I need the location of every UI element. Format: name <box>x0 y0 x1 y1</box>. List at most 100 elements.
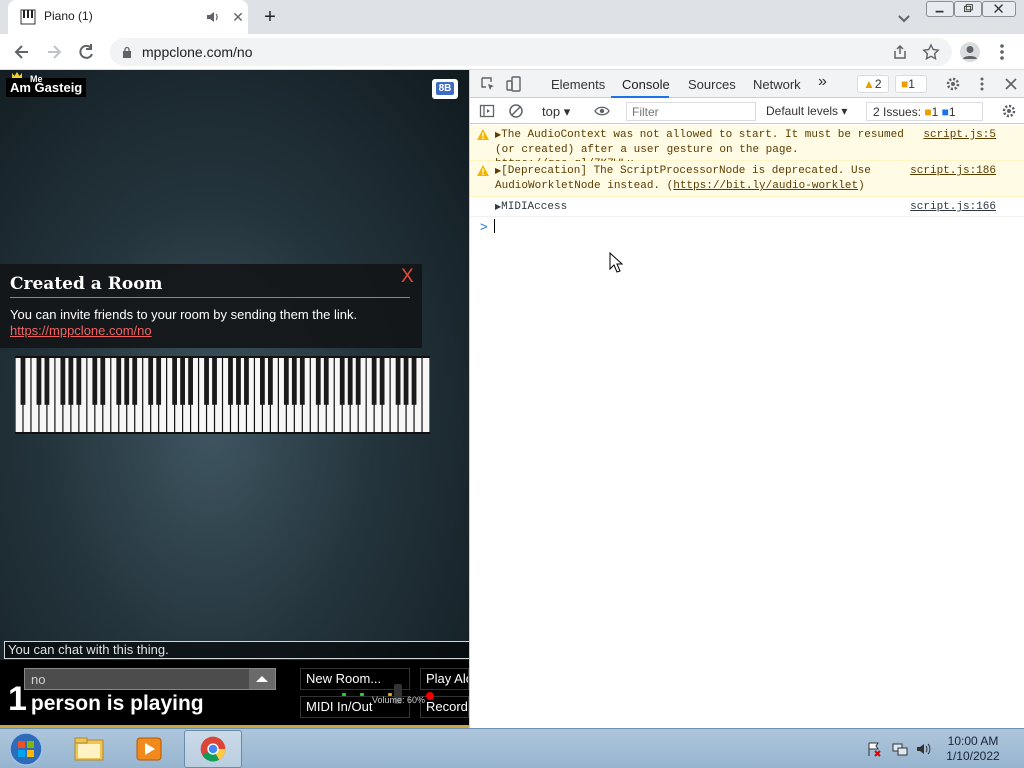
back-arrow-icon[interactable] <box>12 42 32 62</box>
gear-icon[interactable] <box>945 76 961 92</box>
piano-black-key[interactable] <box>204 358 209 405</box>
piano-black-key[interactable] <box>299 358 305 405</box>
message-source-link[interactable]: script.js:5 <box>910 128 996 142</box>
piano-black-key[interactable] <box>116 358 122 405</box>
piano-black-key[interactable] <box>188 358 193 405</box>
piano-black-key[interactable] <box>315 358 321 405</box>
address-bar[interactable]: mppclone.com/no <box>110 38 952 66</box>
piano-black-key[interactable] <box>283 358 289 405</box>
console-filter-input[interactable] <box>626 102 756 121</box>
piano-white-key[interactable] <box>422 358 430 432</box>
piano-black-key[interactable] <box>100 358 106 405</box>
players-text: person is playing <box>30 692 204 715</box>
tab-sources[interactable]: Sources <box>688 77 736 92</box>
network-icon[interactable] <box>892 741 908 757</box>
piano-black-key[interactable] <box>68 358 74 405</box>
piano-black-key[interactable] <box>371 358 377 405</box>
piano-keyboard[interactable] <box>15 356 430 434</box>
log-levels-dropdown[interactable]: Default levels ▾ <box>766 104 847 118</box>
device-toolbar-icon[interactable] <box>506 76 522 92</box>
context-selector[interactable]: top ▾ <box>542 104 570 120</box>
windows-start-button[interactable] <box>4 730 48 768</box>
piano-black-key[interactable] <box>244 358 249 405</box>
piano-black-key[interactable] <box>347 358 353 405</box>
tab-search-icon[interactable] <box>896 10 912 26</box>
piano-black-key[interactable] <box>172 358 178 405</box>
piano-black-key[interactable] <box>323 358 329 405</box>
close-icon[interactable] <box>1003 76 1019 92</box>
b-toggle-button[interactable]: 8B <box>432 79 458 99</box>
forward-arrow-icon[interactable] <box>44 42 64 62</box>
chrome-taskbar-icon[interactable] <box>184 730 242 768</box>
browser-tab[interactable]: Piano (1) ✕ <box>8 0 248 34</box>
clear-console-icon[interactable] <box>508 103 524 119</box>
piano-black-key[interactable] <box>260 358 265 405</box>
volume-icon[interactable] <box>916 741 932 757</box>
profile-avatar[interactable] <box>960 42 980 62</box>
piano-black-key[interactable] <box>355 358 361 405</box>
piano-black-key[interactable] <box>156 358 162 405</box>
piano-black-key[interactable] <box>60 358 66 405</box>
piano-black-key[interactable] <box>76 358 82 405</box>
window-close-button[interactable] <box>982 1 1016 17</box>
play-alone-button[interactable]: Play Alone <box>420 668 469 690</box>
chat-input[interactable]: You can chat with this thing. <box>4 641 469 659</box>
piano-black-key[interactable] <box>92 358 98 405</box>
file-explorer-icon[interactable] <box>60 730 118 768</box>
action-center-flag-icon[interactable] <box>866 741 882 757</box>
piano-black-key[interactable] <box>180 358 185 405</box>
tab-close-icon[interactable]: ✕ <box>230 9 246 25</box>
room-select-arrow[interactable] <box>249 669 275 689</box>
tab-console[interactable]: Console <box>622 77 670 92</box>
piano-black-key[interactable] <box>291 358 297 405</box>
console-prompt: > <box>480 219 488 234</box>
piano-black-key[interactable] <box>267 358 273 405</box>
piano-black-key[interactable] <box>124 358 130 405</box>
issues-badge[interactable]: ■1 <box>895 75 927 93</box>
restore-button[interactable] <box>954 1 982 17</box>
piano-black-key[interactable] <box>228 358 233 405</box>
warnings-badge[interactable]: ▲2 <box>857 75 889 93</box>
message-source-link[interactable]: script.js:166 <box>910 200 996 214</box>
piano-black-key[interactable] <box>212 358 217 405</box>
piano-black-key[interactable] <box>236 358 241 405</box>
piano-black-key[interactable] <box>148 358 154 405</box>
user-nameplate[interactable]: Me Am Gasteig <box>6 74 87 97</box>
piano-black-key[interactable] <box>44 358 50 405</box>
notification-close-button[interactable]: X <box>401 266 414 288</box>
bookmark-star-icon[interactable] <box>922 43 940 61</box>
minimize-button[interactable] <box>926 1 954 17</box>
url-text[interactable]: mppclone.com/no <box>142 44 253 60</box>
players-count: 1 person is playing <box>8 680 204 719</box>
kebab-menu-icon[interactable] <box>974 76 990 92</box>
piano-black-key[interactable] <box>395 358 401 405</box>
tab-network[interactable]: Network <box>753 77 801 92</box>
share-icon[interactable] <box>892 44 908 60</box>
system-clock[interactable]: 10:00 AM 1/10/2022 <box>940 734 1006 764</box>
new-tab-button[interactable]: + <box>258 6 282 30</box>
piano-black-key[interactable] <box>403 358 409 405</box>
room-link[interactable]: https://mppclone.com/no <box>10 323 152 338</box>
inspect-element-icon[interactable] <box>480 76 496 92</box>
chrome-menu-icon[interactable] <box>994 42 1010 62</box>
piano-black-key[interactable] <box>339 358 345 405</box>
piano-black-key[interactable] <box>36 358 42 405</box>
reload-icon[interactable] <box>76 42 96 62</box>
piano-black-key[interactable] <box>411 358 417 405</box>
message-link[interactable]: https://bit.ly/audio-worklet <box>673 180 858 192</box>
message-text[interactable]: MIDIAccess <box>501 201 567 213</box>
console-settings-icon[interactable] <box>1001 103 1017 119</box>
message-source-link[interactable]: script.js:186 <box>910 164 996 178</box>
media-player-icon[interactable] <box>120 730 178 768</box>
lock-icon[interactable] <box>122 46 132 58</box>
eye-icon[interactable] <box>594 103 610 119</box>
piano-black-key[interactable] <box>132 358 138 405</box>
console-input-caret[interactable] <box>494 219 495 233</box>
issues-counter[interactable]: 2 Issues: ■1 ■1 <box>866 102 983 121</box>
audio-playing-icon[interactable] <box>206 10 220 24</box>
more-tabs-button[interactable]: » <box>818 73 827 91</box>
tab-elements[interactable]: Elements <box>551 77 605 92</box>
piano-black-key[interactable] <box>379 358 385 405</box>
piano-black-key[interactable] <box>20 358 26 405</box>
sidebar-toggle-icon[interactable] <box>479 103 495 119</box>
